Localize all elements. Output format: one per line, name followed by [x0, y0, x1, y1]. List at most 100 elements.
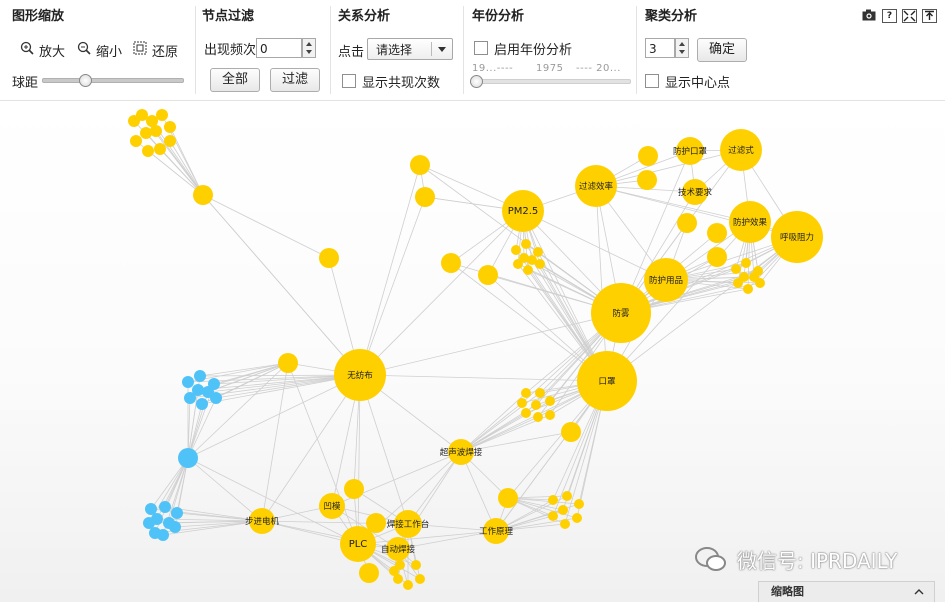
- graph-node[interactable]: [531, 400, 541, 410]
- graph-node[interactable]: [743, 284, 753, 294]
- cluster-count-stepper[interactable]: [675, 38, 689, 58]
- graph-node[interactable]: [415, 187, 435, 207]
- graph-canvas[interactable]: PM2.5 过滤效率 防护口罩 过滤式 技术要求 防护效果 呼吸阻力 防护用品 防雾 口罩 无纺布超…: [0, 101, 945, 602]
- graph-node[interactable]: [389, 566, 399, 576]
- graph-node[interactable]: [572, 513, 582, 523]
- graph-node[interactable]: [159, 501, 171, 513]
- graph-node[interactable]: [535, 388, 545, 398]
- stepper-down-icon[interactable]: [306, 50, 312, 54]
- frequency-input[interactable]: 0: [256, 38, 302, 58]
- graph-node[interactable]: [562, 491, 572, 501]
- graph-node[interactable]: [637, 170, 657, 190]
- enable-year-checkbox[interactable]: [474, 41, 488, 55]
- help-icon[interactable]: ?: [882, 9, 897, 23]
- graph-node[interactable]: [415, 574, 425, 584]
- fit-icon[interactable]: [902, 9, 917, 23]
- graph-node[interactable]: [498, 488, 518, 508]
- graph-node[interactable]: [151, 513, 163, 525]
- graph-node[interactable]: [511, 245, 521, 255]
- graph-node[interactable]: [163, 517, 175, 529]
- graph-node[interactable]: [545, 396, 555, 406]
- graph-node[interactable]: [156, 109, 168, 121]
- graph-node-label: 自动焊接: [381, 544, 416, 555]
- graph-node[interactable]: [521, 408, 531, 418]
- distance-slider-knob[interactable]: [79, 74, 92, 87]
- graph-node[interactable]: [574, 499, 584, 509]
- graph-node[interactable]: [196, 398, 208, 410]
- filter-apply-button[interactable]: 过滤: [270, 68, 320, 92]
- graph-node[interactable]: [548, 495, 558, 505]
- reset-icon: [133, 41, 147, 55]
- graph-node[interactable]: [521, 388, 531, 398]
- graph-node[interactable]: [533, 247, 543, 257]
- show-center-checkbox[interactable]: [645, 74, 659, 88]
- graph-node[interactable]: [278, 353, 298, 373]
- graph-node[interactable]: [561, 422, 581, 442]
- graph-node[interactable]: [527, 255, 537, 265]
- graph-node[interactable]: [560, 519, 570, 529]
- graph-node[interactable]: [164, 135, 176, 147]
- graph-node[interactable]: [193, 185, 213, 205]
- cluster-confirm-button[interactable]: 确定: [697, 38, 747, 62]
- graph-node[interactable]: [192, 384, 204, 396]
- graph-node[interactable]: [548, 511, 558, 521]
- graph-node[interactable]: [533, 412, 543, 422]
- relation-select[interactable]: 请选择: [367, 38, 453, 60]
- stepper-up-icon[interactable]: [306, 42, 312, 46]
- graph-node[interactable]: [145, 503, 157, 515]
- minimap-toggle[interactable]: 缩略图: [758, 581, 935, 602]
- filter-all-button[interactable]: 全部: [210, 68, 260, 92]
- graph-node[interactable]: [154, 143, 166, 155]
- zoom-out-label: 缩小: [96, 45, 123, 60]
- graph-node[interactable]: [319, 248, 339, 268]
- graph-node[interactable]: [164, 121, 176, 133]
- graph-edge: [460, 392, 541, 453]
- graph-node[interactable]: [142, 145, 154, 157]
- graph-node[interactable]: [521, 239, 531, 249]
- graph-node[interactable]: [731, 264, 741, 274]
- year-end-label: ---- 20...: [576, 63, 621, 74]
- graph-node[interactable]: [707, 247, 727, 267]
- graph-node[interactable]: [441, 253, 461, 273]
- graph-node[interactable]: [130, 135, 142, 147]
- graph-node[interactable]: [741, 258, 751, 268]
- graph-node[interactable]: [411, 560, 421, 570]
- graph-node[interactable]: [171, 507, 183, 519]
- graph-node[interactable]: [558, 505, 568, 515]
- graph-node[interactable]: [178, 448, 198, 468]
- stepper-up-icon[interactable]: [679, 42, 685, 46]
- year-slider-track[interactable]: [474, 79, 631, 84]
- graph-node[interactable]: [410, 155, 430, 175]
- graph-node[interactable]: [182, 376, 194, 388]
- graph-node[interactable]: [136, 109, 148, 121]
- year-slider-knob[interactable]: [470, 75, 483, 88]
- graph-node[interactable]: [545, 410, 555, 420]
- graph-node-label: 工作原理: [479, 526, 514, 537]
- graph-node[interactable]: [739, 272, 749, 282]
- stepper-down-icon[interactable]: [679, 50, 685, 54]
- frequency-stepper[interactable]: [302, 38, 316, 58]
- graph-node[interactable]: [403, 580, 413, 590]
- graph-node[interactable]: [150, 125, 162, 137]
- graph-node[interactable]: [677, 213, 697, 233]
- graph-node[interactable]: [523, 265, 533, 275]
- graph-edge: [359, 164, 421, 376]
- graph-node[interactable]: [366, 513, 386, 533]
- graph-node[interactable]: [149, 527, 161, 539]
- graph-node[interactable]: [517, 398, 527, 408]
- cluster-count-input[interactable]: 3: [645, 38, 675, 58]
- graph-node[interactable]: [359, 563, 379, 583]
- show-cooccurrence-checkbox[interactable]: [342, 74, 356, 88]
- graph-node[interactable]: [638, 146, 658, 166]
- graph-node[interactable]: [202, 386, 214, 398]
- graph-node[interactable]: [344, 479, 364, 499]
- camera-icon[interactable]: [862, 9, 876, 21]
- graph-node[interactable]: [478, 265, 498, 285]
- graph-node[interactable]: [749, 272, 759, 282]
- distance-slider-track[interactable]: [42, 78, 184, 83]
- export-icon[interactable]: [922, 9, 937, 23]
- graph-node[interactable]: [140, 127, 152, 139]
- network-graph[interactable]: PM2.5 过滤效率 防护口罩 过滤式技术要求防护效果呼吸阻力防护用品防雾口罩 无纺布超…: [0, 101, 945, 602]
- graph-node[interactable]: [707, 223, 727, 243]
- graph-node[interactable]: [194, 370, 206, 382]
